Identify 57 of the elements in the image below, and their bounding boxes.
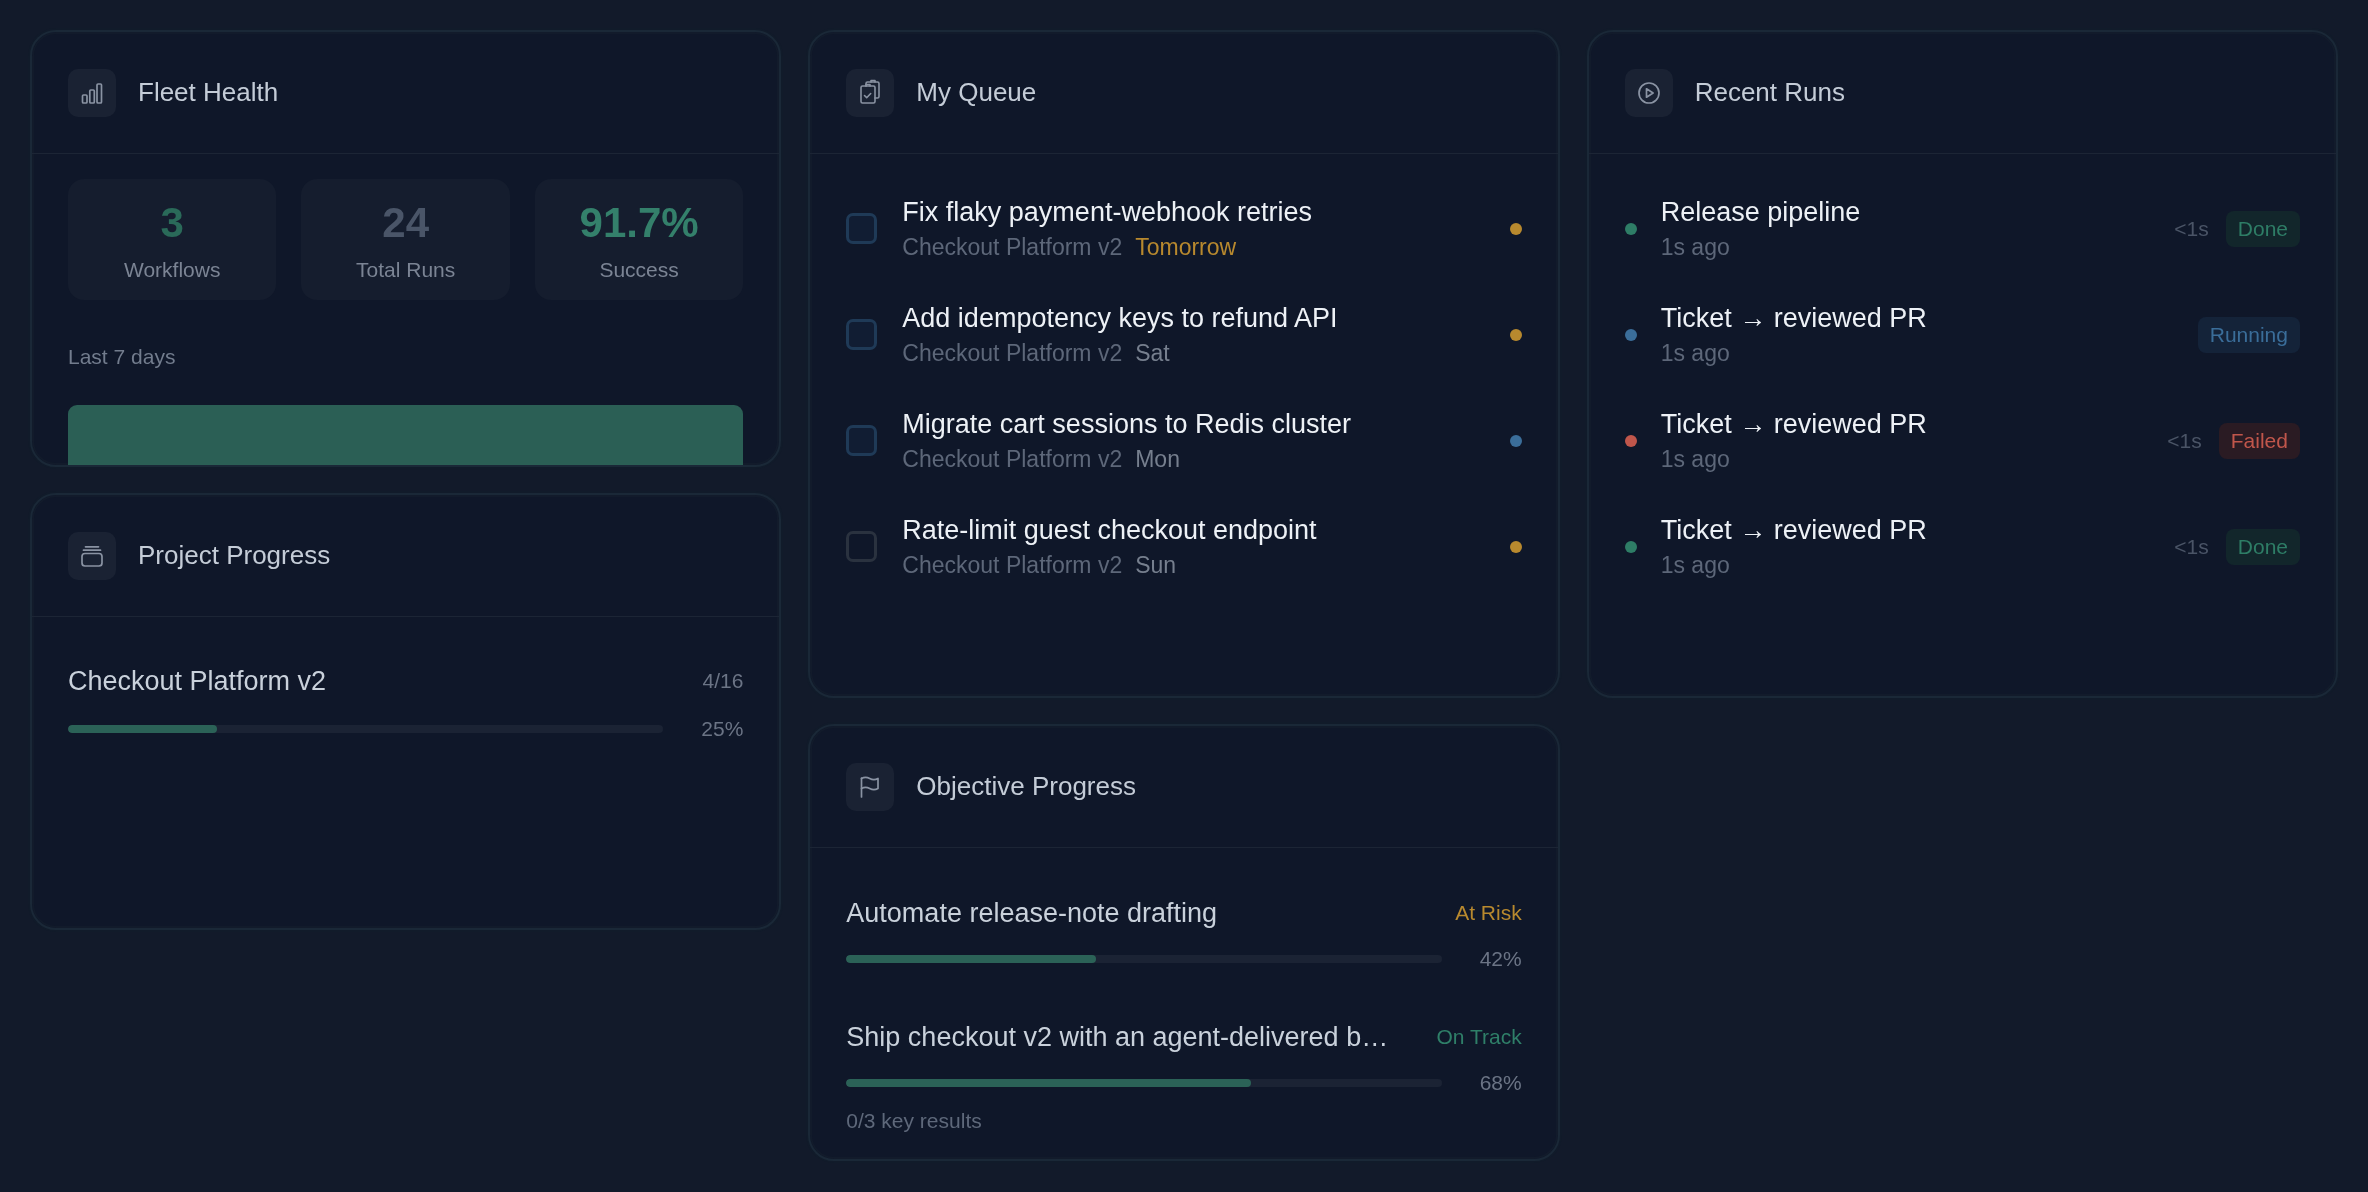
card-title: My Queue (916, 77, 1037, 108)
stack-icon (68, 531, 116, 580)
stat-value: 91.7% (579, 201, 699, 245)
task-checkbox[interactable] (846, 319, 878, 350)
status-badge: Failed (2218, 422, 2300, 459)
objective-status: At Risk (1455, 900, 1522, 926)
project-name: Checkout Platform v2 (68, 665, 327, 697)
task-checkbox[interactable] (846, 213, 878, 244)
chart-caption: Last 7 days (68, 344, 176, 370)
task-title[interactable]: Rate-limit guest checkout endpoint (902, 513, 1317, 547)
run-name[interactable]: Release pipeline (1660, 195, 1861, 229)
task-project: Checkout Platform v2 (902, 339, 1123, 368)
stat-value: 3 (160, 201, 184, 245)
clipboard-check-icon (846, 68, 895, 117)
progress-percent: 42% (1478, 946, 1522, 972)
bar-chart-icon (68, 68, 116, 117)
stat-label: Workflows (124, 257, 221, 283)
run-time: 1s ago (1660, 339, 1730, 368)
task-title[interactable]: Migrate cart sessions to Redis cluster (902, 407, 1351, 441)
objective-status: On Track (1436, 1024, 1522, 1050)
task-project: Checkout Platform v2 (902, 233, 1123, 262)
card-title: Fleet Health (138, 77, 279, 108)
run-name[interactable]: Ticket → reviewed PR (1660, 407, 1927, 441)
task-due: Sat (1135, 339, 1170, 368)
task-title[interactable]: Fix flaky payment-webhook retries (902, 195, 1312, 229)
key-results-count: 0/3 key results (846, 1108, 982, 1134)
flag-icon (846, 762, 895, 811)
task-due: Mon (1135, 445, 1180, 474)
run-name[interactable]: Ticket → reviewed PR (1660, 301, 1927, 335)
run-duration: <1s (2167, 427, 2202, 454)
card-title: Recent Runs (1694, 77, 1845, 108)
task-title[interactable]: Add idempotency keys to refund API (902, 301, 1338, 335)
objective-title: Ship checkout v2 with an agent-delivered b… (846, 1021, 1389, 1054)
task-due: Sun (1135, 551, 1177, 580)
task-checkbox[interactable] (846, 531, 878, 562)
run-duration: <1s (2174, 533, 2209, 560)
task-project: Checkout Platform v2 (902, 445, 1123, 474)
run-time: 1s ago (1660, 233, 1730, 262)
objective-title: Automate release-note drafting (846, 897, 1218, 930)
task-project: Checkout Platform v2 (902, 551, 1123, 580)
status-badge: Done (2225, 528, 2300, 565)
run-time: 1s ago (1660, 551, 1730, 580)
task-due: Tomorrow (1135, 233, 1237, 262)
stat-label: Total Runs (356, 257, 456, 283)
status-badge: Running (2197, 316, 2300, 353)
progress-percent: 25% (700, 716, 744, 742)
status-badge: Done (2225, 210, 2300, 247)
run-duration: <1s (2174, 215, 2209, 242)
card-title: Project Progress (138, 540, 331, 571)
run-time: 1s ago (1660, 445, 1730, 474)
task-checkbox[interactable] (846, 425, 878, 456)
progress-percent: 68% (1478, 1070, 1522, 1096)
stat-value: 24 (382, 201, 429, 245)
card-title: Objective Progress (916, 771, 1136, 802)
run-name[interactable]: Ticket → reviewed PR (1660, 513, 1927, 547)
task-count: 4/16 (702, 668, 744, 694)
stat-label: Success (599, 257, 679, 283)
